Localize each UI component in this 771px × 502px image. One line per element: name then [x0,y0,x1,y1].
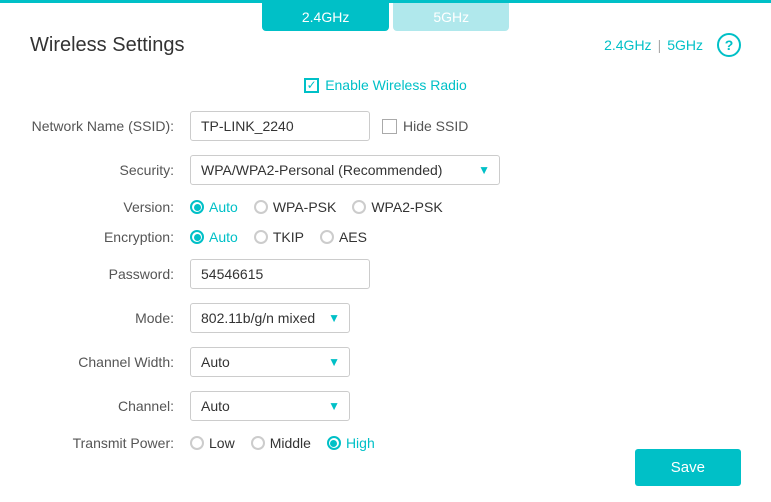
version-auto-radio[interactable] [190,200,204,214]
save-button[interactable]: Save [635,449,741,486]
version-wpa2psk-text: WPA2-PSK [371,199,442,215]
ssid-control-area: Hide SSID [190,111,741,141]
security-label: Security: [30,162,190,178]
encryption-aes-radio[interactable] [320,230,334,244]
channel-width-control-area: Auto 20MHz 40MHz ▼ [190,347,741,377]
hide-ssid-text: Hide SSID [403,118,468,134]
channel-label: Channel: [30,398,190,414]
freq-separator: | [658,37,662,53]
version-row: Version: Auto WPA-PSK WPA2-PSK [30,199,741,215]
encryption-radio-group: Auto TKIP AES [190,229,741,245]
hide-ssid-checkbox[interactable] [382,119,397,134]
version-wpa2psk-label[interactable]: WPA2-PSK [352,199,442,215]
password-control-area [190,259,741,289]
mode-row: Mode: 802.11b/g/n mixed 802.11b/g mixed … [30,303,741,333]
channel-row: Channel: Auto 1234 5678 910111213 ▼ [30,391,741,421]
encryption-aes-text: AES [339,229,367,245]
transmit-power-high-radio[interactable] [327,436,341,450]
ssid-input[interactable] [190,111,370,141]
version-wpapsk-radio[interactable] [254,200,268,214]
channel-select[interactable]: Auto 1234 5678 910111213 [190,391,350,421]
password-label: Password: [30,266,190,282]
hide-ssid-label[interactable]: Hide SSID [382,118,468,134]
transmit-power-middle-text: Middle [270,435,311,451]
encryption-auto-radio[interactable] [190,230,204,244]
encryption-tkip-text: TKIP [273,229,304,245]
tab-24ghz[interactable]: 2.4GHz [262,3,389,31]
version-auto-label[interactable]: Auto [190,199,238,215]
enable-wireless-checkbox[interactable] [304,78,319,93]
enable-wireless-row: Enable Wireless Radio [30,77,741,93]
security-control-area: WPA/WPA2-Personal (Recommended) WPA-Pers… [190,155,741,185]
transmit-power-low-text: Low [209,435,235,451]
mode-control-area: 802.11b/g/n mixed 802.11b/g mixed 802.11… [190,303,741,333]
channel-width-label: Channel Width: [30,354,190,370]
version-wpapsk-label[interactable]: WPA-PSK [254,199,337,215]
encryption-label: Encryption: [30,229,190,245]
transmit-power-label: Transmit Power: [30,435,190,451]
channel-control-area: Auto 1234 5678 910111213 ▼ [190,391,741,421]
security-select[interactable]: WPA/WPA2-Personal (Recommended) WPA-Pers… [190,155,500,185]
transmit-power-middle-label[interactable]: Middle [251,435,311,451]
mode-label: Mode: [30,310,190,326]
version-wpapsk-text: WPA-PSK [273,199,337,215]
encryption-tkip-label[interactable]: TKIP [254,229,304,245]
top-tabs: 2.4GHz 5GHz [0,3,771,31]
channel-select-wrapper: Auto 1234 5678 910111213 ▼ [190,391,350,421]
transmit-power-low-radio[interactable] [190,436,204,450]
mode-select[interactable]: 802.11b/g/n mixed 802.11b/g mixed 802.11… [190,303,350,333]
version-wpa2psk-radio[interactable] [352,200,366,214]
enable-wireless-label[interactable]: Enable Wireless Radio [304,77,467,93]
encryption-row: Encryption: Auto TKIP AES [30,229,741,245]
mode-select-wrapper: 802.11b/g/n mixed 802.11b/g mixed 802.11… [190,303,350,333]
freq-link-24ghz[interactable]: 2.4GHz [604,37,651,53]
version-radio-group: Auto WPA-PSK WPA2-PSK [190,199,741,215]
channel-width-select[interactable]: Auto 20MHz 40MHz [190,347,350,377]
encryption-auto-label[interactable]: Auto [190,229,238,245]
security-row: Security: WPA/WPA2-Personal (Recommended… [30,155,741,185]
content-area: Wireless Settings 2.4GHz | 5GHz ? Enable… [0,13,771,485]
transmit-power-high-label[interactable]: High [327,435,375,451]
encryption-aes-label[interactable]: AES [320,229,367,245]
transmit-power-middle-radio[interactable] [251,436,265,450]
page-title: Wireless Settings [30,34,185,57]
encryption-auto-text: Auto [209,229,238,245]
password-row: Password: [30,259,741,289]
save-btn-row: Save [635,449,741,486]
ssid-row: Network Name (SSID): Hide SSID [30,111,741,141]
freq-link-5ghz[interactable]: 5GHz [667,37,703,53]
transmit-power-low-label[interactable]: Low [190,435,235,451]
channel-width-row: Channel Width: Auto 20MHz 40MHz ▼ [30,347,741,377]
page-header: Wireless Settings 2.4GHz | 5GHz ? [30,33,741,57]
security-select-wrapper: WPA/WPA2-Personal (Recommended) WPA-Pers… [190,155,500,185]
help-icon[interactable]: ? [717,33,741,57]
version-label: Version: [30,199,190,215]
form-table: Network Name (SSID): Hide SSID Security:… [30,111,741,451]
password-input[interactable] [190,259,370,289]
version-auto-text: Auto [209,199,238,215]
transmit-power-high-text: High [346,435,375,451]
tab-5ghz[interactable]: 5GHz [393,3,509,31]
channel-width-select-wrapper: Auto 20MHz 40MHz ▼ [190,347,350,377]
encryption-tkip-radio[interactable] [254,230,268,244]
ssid-label: Network Name (SSID): [30,118,190,134]
main-container: 2.4GHz 5GHz Wireless Settings 2.4GHz | 5… [0,0,771,502]
enable-wireless-text: Enable Wireless Radio [325,77,467,93]
